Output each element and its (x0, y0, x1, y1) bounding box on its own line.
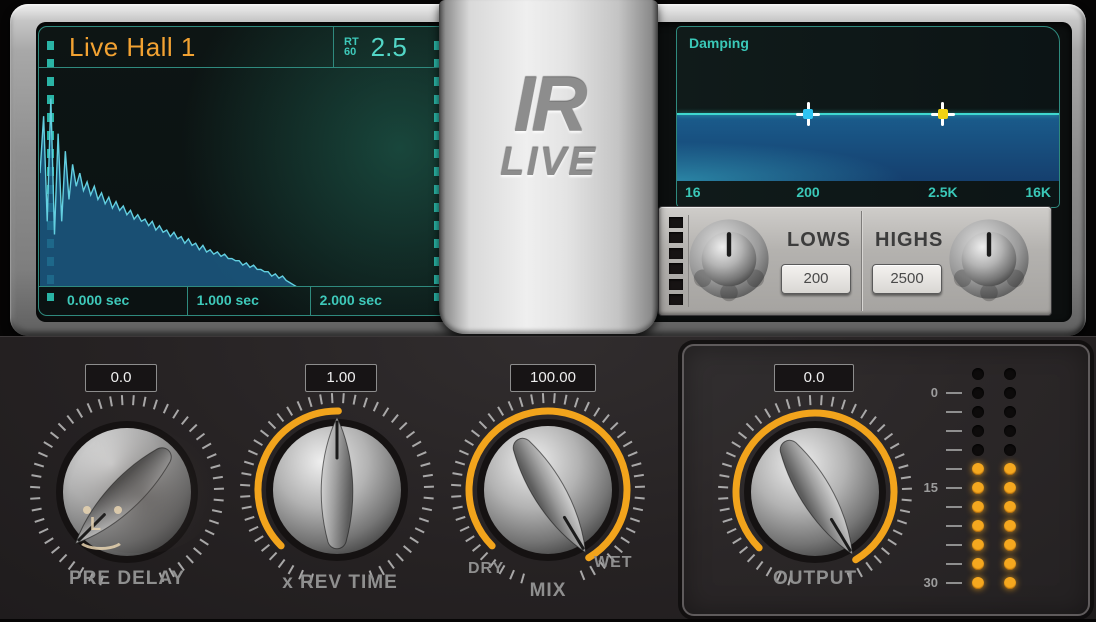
preset-name[interactable]: Live Hall 1 (69, 32, 196, 63)
time-tick-2: 2.000 sec (310, 287, 449, 315)
meter-scale-label: 15 (900, 480, 938, 495)
meter-led-left (972, 444, 984, 456)
damping-display: Damping 16 200 2.5K 16K (676, 26, 1060, 208)
meter-led-right (1004, 482, 1016, 494)
meter-tick (946, 411, 962, 413)
meter-led-right (1004, 501, 1016, 513)
time-axis: 0.000 sec 1.000 sec 2.000 sec (39, 286, 449, 315)
meter-led-right (1004, 463, 1016, 475)
meter-led-right (1004, 406, 1016, 418)
meter-led-right (1004, 520, 1016, 532)
freq-tick-16: 16 (685, 184, 701, 200)
meter-led-left (972, 577, 984, 589)
rt60-readout: RT 60 2.5 (333, 27, 449, 67)
meter-tick (946, 563, 962, 565)
output-level-meter: 0 15 30 (900, 366, 1050, 602)
meter-tick (946, 468, 962, 470)
time-tick-0: 0.000 sec (39, 287, 187, 315)
meter-led-right (1004, 387, 1016, 399)
meter-led-left (972, 406, 984, 418)
meter-scale-label: 30 (900, 575, 938, 590)
mix-label: MIX (448, 580, 648, 602)
damping-eq-panel: LOWS 200 HIGHS 2500 (658, 206, 1052, 316)
meter-led-left (972, 558, 984, 570)
ir-live-logo: IR LIVE (439, 68, 658, 182)
rev-time-knob[interactable] (232, 385, 442, 595)
meter-tick (946, 449, 962, 451)
damping-fill (677, 115, 1059, 181)
freq-tick-200: 200 (796, 184, 819, 200)
ir-live-plugin-window: Live Hall 1 RT 60 2.5 0.000 sec 1.000 se… (0, 0, 1096, 622)
meter-led-right (1004, 577, 1016, 589)
damping-point-lows[interactable] (796, 102, 820, 126)
meter-tick (946, 430, 962, 432)
highs-value-button[interactable]: 2500 (872, 264, 942, 294)
dry-label: DRY (468, 560, 504, 578)
meter-led-left (972, 539, 984, 551)
freq-tick-2_5k: 2.5K (928, 184, 958, 200)
damping-curve-line (677, 113, 1059, 115)
pre-delay-knob[interactable] (22, 387, 232, 597)
meter-led-right (1004, 444, 1016, 456)
output-knob[interactable] (710, 387, 920, 597)
highs-knob[interactable] (945, 215, 1033, 303)
meter-led-left (972, 368, 984, 380)
meter-led-right (1004, 425, 1016, 437)
rt60-label: RT 60 (344, 37, 359, 57)
decay-waveform-plot (40, 68, 448, 287)
meter-led-left (972, 425, 984, 437)
meter-led-right (1004, 539, 1016, 551)
panel-divider (861, 211, 862, 311)
frequency-axis: 16 200 2.5K 16K (677, 181, 1059, 207)
freq-tick-16k: 16K (1025, 184, 1051, 200)
highs-label: HIGHS (875, 229, 943, 252)
pre-delay-label: PRE DELAY (27, 568, 227, 590)
time-tick-1: 1.000 sec (187, 287, 310, 315)
wet-label: WET (594, 554, 633, 572)
impulse-response-display: Live Hall 1 RT 60 2.5 0.000 sec 1.000 se… (38, 26, 450, 316)
meter-tick (946, 525, 962, 527)
meter-tick (946, 582, 962, 584)
logo-ir-text: IR (439, 68, 658, 140)
meter-led-left (972, 463, 984, 475)
rt60-value: 2.5 (371, 32, 407, 63)
meter-led-left (972, 482, 984, 494)
meter-tick (946, 487, 962, 489)
damping-title: Damping (689, 35, 749, 51)
damping-point-highs[interactable] (931, 102, 955, 126)
rev-time-label: x REV TIME (240, 572, 440, 594)
meter-led-left (972, 520, 984, 532)
logo-live-text: LIVE (439, 142, 658, 182)
meter-tick (946, 506, 962, 508)
output-label: OUTPUT (715, 568, 915, 590)
meter-led-right (1004, 558, 1016, 570)
meter-led-left (972, 387, 984, 399)
lows-label: LOWS (787, 229, 851, 252)
preset-header: Live Hall 1 RT 60 2.5 (39, 27, 449, 68)
metal-clip: IR LIVE (439, 0, 658, 334)
meter-tick (946, 544, 962, 546)
meter-led-left (972, 501, 984, 513)
meter-led-right (1004, 368, 1016, 380)
decay-waveform-svg (40, 68, 448, 287)
lows-knob[interactable] (685, 215, 773, 303)
lows-value-button[interactable]: 200 (781, 264, 851, 294)
meter-tick (946, 392, 962, 394)
meter-scale-label: 0 (900, 385, 938, 400)
